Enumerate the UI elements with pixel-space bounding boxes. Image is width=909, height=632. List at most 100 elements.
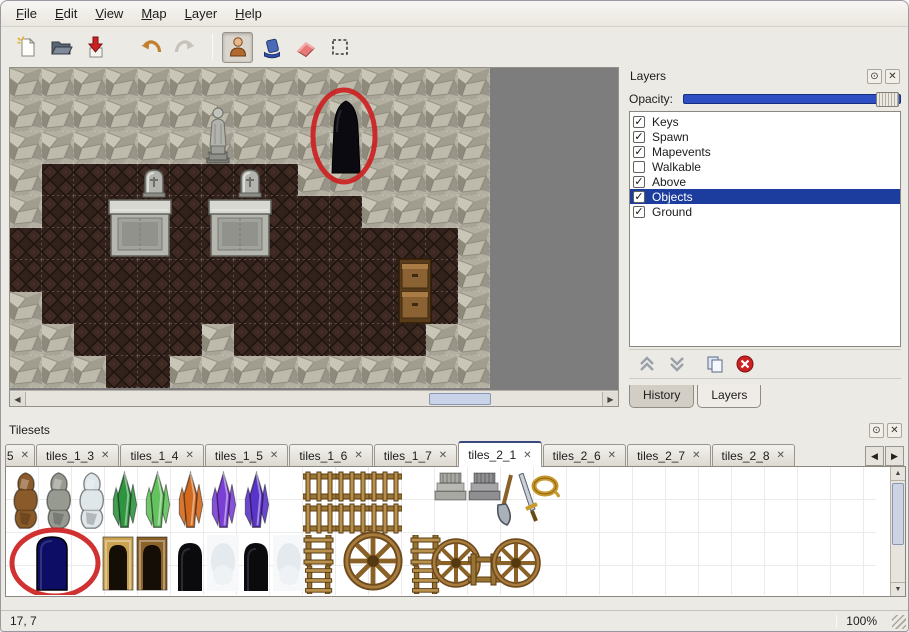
tileset-sprite-wheel[interactable] bbox=[494, 541, 538, 585]
tileset-sprite-trackh[interactable] bbox=[303, 504, 336, 533]
layer-name: Objects bbox=[652, 190, 693, 204]
tileset-sprite-arch[interactable] bbox=[178, 543, 202, 591]
scroll-left-icon[interactable]: ◀ bbox=[10, 392, 26, 406]
tileset-sprite-mist[interactable] bbox=[207, 535, 239, 591]
float-dock-icon[interactable]: ⊙ bbox=[869, 423, 884, 438]
tileset-tab[interactable]: tiles_1_4 ✕ bbox=[120, 444, 203, 466]
tileset-sprite-door[interactable] bbox=[137, 537, 167, 590]
close-tab-icon[interactable]: ✕ bbox=[101, 450, 109, 461]
duplicate-layer-button[interactable] bbox=[703, 352, 727, 376]
tileset-sprite-rockpile[interactable] bbox=[80, 473, 103, 528]
layer-row[interactable]: ✓ Keys bbox=[630, 114, 900, 129]
tileset-sprite-trackv[interactable] bbox=[306, 566, 332, 594]
save-map-button[interactable] bbox=[79, 32, 110, 63]
close-tab-icon[interactable]: ✕ bbox=[777, 450, 785, 461]
menu-edit[interactable]: Edit bbox=[46, 2, 86, 25]
tileset-tab[interactable]: tiles_2_7 ✕ bbox=[627, 444, 710, 466]
tileset-sprite-capital[interactable] bbox=[435, 473, 466, 500]
resize-grip[interactable] bbox=[892, 615, 906, 629]
tab-history[interactable]: History bbox=[629, 385, 694, 408]
scroll-tabs-right-icon[interactable]: ▶ bbox=[885, 446, 904, 466]
scroll-tabs-left-icon[interactable]: ◀ bbox=[865, 446, 884, 466]
check-icon: ✓ bbox=[634, 132, 643, 142]
close-tab-icon[interactable]: ✕ bbox=[270, 450, 278, 461]
opacity-slider-handle[interactable] bbox=[876, 92, 899, 107]
tileset-sprite-trackv[interactable] bbox=[304, 535, 333, 566]
tileset-sprite-rockpile[interactable] bbox=[14, 473, 37, 528]
close-dock-icon[interactable]: ✕ bbox=[887, 423, 902, 438]
close-tab-icon[interactable]: ✕ bbox=[21, 450, 29, 461]
tileset-tab[interactable]: tiles_1_6 ✕ bbox=[289, 444, 372, 466]
delete-layer-button[interactable] bbox=[733, 352, 757, 376]
eraser-tool-button[interactable] bbox=[290, 32, 321, 63]
close-tab-icon[interactable]: ✕ bbox=[185, 450, 193, 461]
layer-row[interactable]: ✓ Spawn bbox=[630, 129, 900, 144]
float-dock-icon[interactable]: ⊙ bbox=[867, 69, 882, 84]
open-map-button[interactable] bbox=[45, 32, 76, 63]
layer-row[interactable]: ✓ Mapevents bbox=[630, 144, 900, 159]
tileset-sprite-trackh[interactable] bbox=[303, 472, 336, 501]
tileset-sprite-rockpile[interactable] bbox=[47, 473, 70, 528]
menu-bar: File Edit View Map Layer Help bbox=[1, 1, 908, 27]
tileset-tab[interactable]: tiles_1_5 ✕ bbox=[205, 444, 288, 466]
map-canvas[interactable] bbox=[10, 68, 618, 390]
tileset-sprite-trackh[interactable] bbox=[369, 472, 402, 501]
tileset-tab[interactable]: tiles_1_7 ✕ bbox=[374, 444, 457, 466]
undo-button[interactable] bbox=[135, 32, 166, 63]
tab-label: tiles_1_6 bbox=[299, 449, 347, 463]
menu-map[interactable]: Map bbox=[132, 2, 175, 25]
tileset-sprite-trackh[interactable] bbox=[336, 504, 369, 533]
map-horizontal-scrollbar[interactable]: ◀ ▶ bbox=[10, 390, 618, 406]
tileset-sprite-trackh[interactable] bbox=[369, 504, 402, 533]
close-tab-icon[interactable]: ✕ bbox=[439, 450, 447, 461]
tileset-sprite-mist[interactable] bbox=[273, 535, 305, 591]
tileset-tab[interactable]: 5 ✕ bbox=[5, 444, 35, 466]
tileset-sprite-navytile[interactable] bbox=[37, 537, 67, 590]
tileset-tab[interactable]: tiles_2_6 ✕ bbox=[543, 444, 626, 466]
tileset-sprite-arch[interactable] bbox=[244, 543, 268, 591]
tileset-sprite-capital[interactable] bbox=[469, 473, 500, 500]
tileset-tab[interactable]: tiles_1_3 ✕ bbox=[36, 444, 119, 466]
move-layer-down-button[interactable] bbox=[665, 352, 689, 376]
menu-file[interactable]: File bbox=[7, 2, 46, 25]
opacity-slider[interactable] bbox=[683, 94, 901, 104]
tileset-tab-active[interactable]: tiles_2_1 ✕ bbox=[458, 441, 541, 467]
close-tab-icon[interactable]: ✕ bbox=[608, 450, 616, 461]
layer-row[interactable]: ✓ Above bbox=[630, 174, 900, 189]
scroll-right-icon[interactable]: ▶ bbox=[602, 392, 618, 406]
move-layer-up-button[interactable] bbox=[635, 352, 659, 376]
tileset-tab[interactable]: tiles_2_8 ✕ bbox=[712, 444, 795, 466]
tileset-vscroll-thumb[interactable] bbox=[892, 483, 904, 545]
close-tab-icon[interactable]: ✕ bbox=[523, 450, 531, 461]
layer-visibility-checkbox[interactable]: ✓ bbox=[633, 176, 645, 188]
close-tab-icon[interactable]: ✕ bbox=[354, 450, 362, 461]
layer-visibility-checkbox[interactable]: ✓ bbox=[633, 191, 645, 203]
layer-visibility-checkbox[interactable] bbox=[633, 161, 645, 173]
layer-row[interactable]: Walkable bbox=[630, 159, 900, 174]
layer-visibility-checkbox[interactable]: ✓ bbox=[633, 131, 645, 143]
scroll-up-icon[interactable]: ▲ bbox=[891, 467, 905, 481]
new-map-button[interactable] bbox=[11, 32, 42, 63]
scroll-down-icon[interactable]: ▼ bbox=[891, 582, 905, 596]
redo-button[interactable] bbox=[169, 32, 200, 63]
menu-view[interactable]: View bbox=[86, 2, 132, 25]
tileset-sprite-door[interactable] bbox=[103, 537, 133, 590]
select-tool-button[interactable] bbox=[324, 32, 355, 63]
layer-row[interactable]: ✓ Ground bbox=[630, 204, 900, 219]
menu-help[interactable]: Help bbox=[226, 2, 271, 25]
map-hscroll-thumb[interactable] bbox=[429, 393, 491, 405]
layer-visibility-checkbox[interactable]: ✓ bbox=[633, 206, 645, 218]
layer-visibility-checkbox[interactable]: ✓ bbox=[633, 116, 645, 128]
tileset-vertical-scrollbar[interactable]: ▲ ▼ bbox=[890, 467, 905, 596]
character-tool-button[interactable] bbox=[222, 32, 253, 63]
tileset-sprite-wheel[interactable] bbox=[347, 535, 399, 587]
fill-tool-button[interactable] bbox=[256, 32, 287, 63]
close-tab-icon[interactable]: ✕ bbox=[692, 450, 700, 461]
tab-layers[interactable]: Layers bbox=[697, 385, 761, 408]
layer-visibility-checkbox[interactable]: ✓ bbox=[633, 146, 645, 158]
close-dock-icon[interactable]: ✕ bbox=[885, 69, 900, 84]
layer-row-selected[interactable]: ✓ Objects bbox=[630, 189, 900, 204]
menu-layer[interactable]: Layer bbox=[176, 2, 227, 25]
tileset-sprite-trackh[interactable] bbox=[336, 472, 369, 501]
tileset-canvas[interactable] bbox=[6, 467, 876, 595]
